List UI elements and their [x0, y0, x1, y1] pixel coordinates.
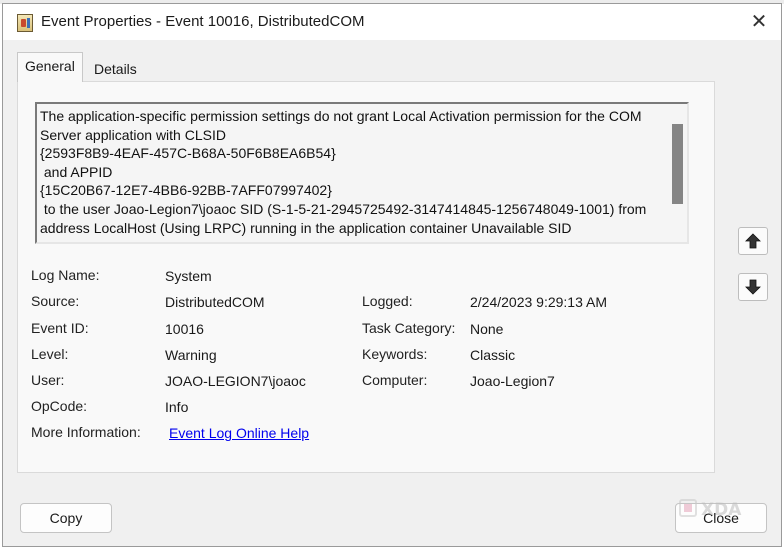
- source-label: Source:: [31, 293, 80, 309]
- logged-label: Logged:: [362, 293, 413, 309]
- opcode-label: OpCode:: [31, 398, 88, 414]
- event-log-online-help-link[interactable]: Event Log Online Help: [169, 425, 309, 441]
- task-category-value: None: [470, 321, 504, 337]
- event-viewer-icon: [17, 14, 33, 32]
- user-value: JOAO-LEGION7\joaoc: [165, 373, 306, 389]
- watermark-text: XDA: [701, 500, 742, 520]
- event-id-value: 10016: [165, 321, 204, 337]
- next-event-button[interactable]: [738, 273, 768, 301]
- keywords-label: Keywords:: [362, 346, 428, 362]
- event-properties-window: Event Properties - Event 10016, Distribu…: [2, 3, 782, 547]
- level-label: Level:: [31, 346, 69, 362]
- copy-button[interactable]: Copy: [20, 503, 112, 533]
- description-box[interactable]: The application-specific permission sett…: [35, 102, 689, 244]
- general-panel: The application-specific permission sett…: [17, 81, 715, 473]
- close-window-button[interactable]: ✕: [747, 10, 771, 34]
- logged-value: 2/24/2023 9:29:13 AM: [470, 294, 607, 310]
- description-scrollbar[interactable]: [672, 124, 683, 204]
- task-category-label: Task Category:: [362, 320, 456, 336]
- previous-event-button[interactable]: [738, 227, 768, 255]
- description-text: The application-specific permission sett…: [40, 108, 647, 236]
- log-name-label: Log Name:: [31, 267, 100, 283]
- title-bar[interactable]: Event Properties - Event 10016, Distribu…: [3, 4, 781, 40]
- tab-general[interactable]: General: [17, 52, 83, 82]
- computer-value: Joao-Legion7: [470, 373, 555, 389]
- log-name-value: System: [165, 268, 212, 284]
- opcode-value: Info: [165, 399, 189, 415]
- tab-details[interactable]: Details: [87, 57, 144, 82]
- xda-watermark-logo: XDA: [679, 499, 742, 520]
- user-label: User:: [31, 372, 65, 388]
- window-title: Event Properties - Event 10016, Distribu…: [41, 13, 365, 30]
- arrow-down-icon: [745, 279, 761, 295]
- keywords-value: Classic: [470, 347, 516, 363]
- arrow-up-icon: [745, 233, 761, 249]
- more-information-label: More Information:: [31, 424, 141, 440]
- computer-label: Computer:: [362, 372, 428, 388]
- source-value: DistributedCOM: [165, 294, 265, 310]
- level-value: Warning: [165, 347, 217, 363]
- event-id-label: Event ID:: [31, 320, 89, 336]
